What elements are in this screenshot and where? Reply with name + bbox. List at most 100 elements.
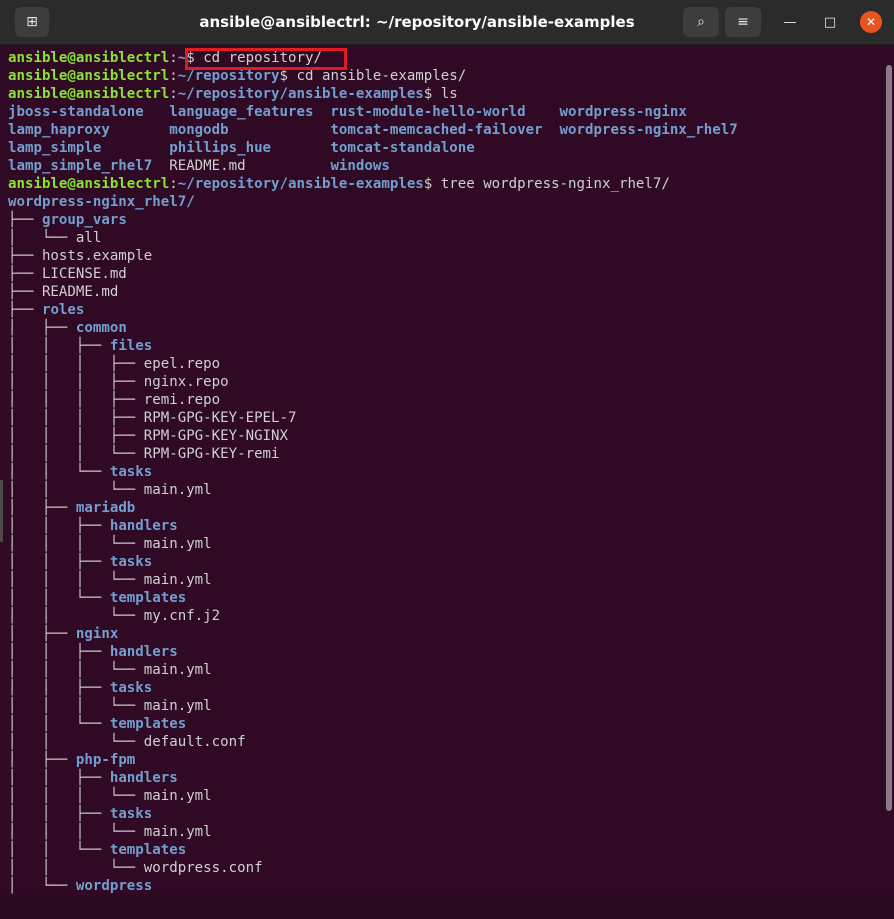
terminal-line: │ │ ├── handlers xyxy=(8,517,178,535)
terminal-text-segment: │ │ │ └── main.yml xyxy=(8,788,212,804)
terminal-text-segment: │ │ └── xyxy=(8,464,110,480)
terminal-line: │ │ ├── tasks xyxy=(8,679,152,697)
terminal-text-segment: mariadb xyxy=(75,500,136,516)
window-edge-handle xyxy=(0,480,3,542)
terminal-line: │ ├── nginx xyxy=(8,625,118,643)
terminal-text-segment: ├── hosts.example xyxy=(8,248,153,264)
terminal-line: │ │ └── templates xyxy=(8,841,186,859)
terminal-text-segment: │ │ ├── xyxy=(8,806,110,822)
terminal-line: │ └── all xyxy=(8,229,101,247)
close-icon: ✕ xyxy=(865,15,877,29)
scrollbar-thumb[interactable] xyxy=(886,65,892,811)
terminal-line: │ └── wordpress xyxy=(8,877,152,895)
terminal-text-segment: wordpress xyxy=(75,878,153,894)
terminal-text-segment: │ │ │ └── main.yml xyxy=(8,662,212,678)
terminal-text-segment: │ │ │ ├── nginx.repo xyxy=(8,374,229,390)
terminal-line: │ │ │ └── main.yml xyxy=(8,787,212,805)
maximize-button[interactable]: □ xyxy=(819,11,841,33)
maximize-icon: □ xyxy=(823,14,837,30)
terminal-text-segment: ├── xyxy=(8,212,42,228)
terminal-text-segment: │ │ │ └── RPM-GPG-KEY-remi xyxy=(8,446,280,462)
terminal-window: ⊞ ansible@ansiblectrl: ~/repository/ansi… xyxy=(0,0,894,895)
new-tab-icon: ⊞ xyxy=(26,14,38,30)
terminal-text-segment: tasks xyxy=(109,464,153,480)
terminal-text-segment: │ └── xyxy=(8,878,76,894)
terminal-text-segment: │ │ └── main.yml xyxy=(8,482,212,498)
terminal-text-segment: wordpress-nginx_rhel7/ xyxy=(8,194,195,210)
terminal-text-segment: : xyxy=(169,50,178,66)
terminal-text-segment: ~/repository/ansible-examples xyxy=(177,176,424,192)
search-button[interactable]: ⌕ xyxy=(683,7,719,37)
minimize-button[interactable]: — xyxy=(779,11,801,33)
terminal-line: │ │ │ ├── RPM-GPG-KEY-NGINX xyxy=(8,427,288,445)
close-button[interactable]: ✕ xyxy=(860,11,882,33)
terminal-text-segment: │ ├── xyxy=(8,752,76,768)
terminal-text-segment: windows xyxy=(330,158,390,174)
terminal-text-segment: ├── xyxy=(8,302,42,318)
terminal-text-segment: │ │ └── my.cnf.j2 xyxy=(8,608,221,624)
hamburger-menu-icon: ≡ xyxy=(737,14,749,30)
terminal-text-segment: │ ├── xyxy=(8,626,76,642)
terminal-text-segment: │ │ │ └── main.yml xyxy=(8,536,212,552)
terminal-text-segment: │ ├── xyxy=(8,500,76,516)
terminal-line: │ │ └── templates xyxy=(8,589,186,607)
terminal-line: │ │ ├── tasks xyxy=(8,553,152,571)
terminal-text-segment: ansible@ansiblectrl xyxy=(8,86,170,102)
terminal-text-segment: $ tree wordpress-nginx_rhel7/ xyxy=(423,176,670,192)
search-icon: ⌕ xyxy=(697,14,705,30)
terminal-text-segment: ansible@ansiblectrl xyxy=(8,68,170,84)
terminal-line: │ │ └── wordpress.conf xyxy=(8,859,263,877)
terminal-line: │ ├── common xyxy=(8,319,127,337)
terminal-line: jboss-standalone language_features rust-… xyxy=(8,103,687,121)
terminal-text-segment: common xyxy=(75,320,127,336)
terminal-line: │ │ │ ├── remi.repo xyxy=(8,391,220,409)
terminal-line: │ │ ├── handlers xyxy=(8,643,178,661)
terminal-line: │ │ │ ├── RPM-GPG-KEY-EPEL-7 xyxy=(8,409,297,427)
new-tab-button[interactable]: ⊞ xyxy=(15,7,49,37)
terminal-text-segment: │ │ ├── xyxy=(8,518,110,534)
terminal-line: │ │ │ └── main.yml xyxy=(8,697,212,715)
terminal-line: lamp_haproxy mongodb tomcat-memcached-fa… xyxy=(8,121,738,139)
terminal-text-segment: │ └── all xyxy=(8,230,102,246)
terminal-text-segment: │ │ │ ├── epel.repo xyxy=(8,356,221,372)
terminal-line: │ │ │ └── RPM-GPG-KEY-remi xyxy=(8,445,280,463)
terminal-output[interactable]: ansible@ansiblectrl:~$ cd repository/ans… xyxy=(0,45,884,895)
terminal-line: │ │ └── my.cnf.j2 xyxy=(8,607,220,625)
terminal-line: │ │ │ ├── nginx.repo xyxy=(8,373,229,391)
terminal-text-segment: ├── README.md xyxy=(8,284,119,300)
terminal-text-segment: : xyxy=(169,86,178,102)
terminal-line: │ │ └── tasks xyxy=(8,463,152,481)
terminal-text-segment: files xyxy=(109,338,153,354)
terminal-line: ansible@ansiblectrl:~/repository/ansible… xyxy=(8,175,670,193)
terminal-text-segment: nginx xyxy=(75,626,119,642)
terminal-line: │ │ └── templates xyxy=(8,715,186,733)
terminal-text-segment: handlers xyxy=(109,644,178,660)
terminal-text-segment: lamp_simple_rhel7 xyxy=(8,158,170,174)
terminal-line: │ │ └── default.conf xyxy=(8,733,246,751)
terminal-line: │ │ └── main.yml xyxy=(8,481,212,499)
terminal-text-segment: roles xyxy=(41,302,85,318)
terminal-text-segment: │ │ └── xyxy=(8,842,110,858)
terminal-text-segment: ~/repository xyxy=(177,68,280,84)
terminal-text-segment: │ │ └── xyxy=(8,590,110,606)
terminal-text-segment: │ │ ├── xyxy=(8,338,110,354)
terminal-text-segment: ansible@ansiblectrl xyxy=(8,50,170,66)
terminal-text-segment: lamp_haproxy mongodb tomcat-memcached-fa… xyxy=(8,122,738,138)
terminal-text-segment: ansible@ansiblectrl xyxy=(8,176,170,192)
scrollbar[interactable] xyxy=(884,45,894,895)
terminal-text-segment: │ │ │ ├── RPM-GPG-KEY-EPEL-7 xyxy=(8,410,297,426)
terminal-text-segment: │ │ └── wordpress.conf xyxy=(8,860,263,876)
window-title: ansible@ansiblectrl: ~/repository/ansibl… xyxy=(199,13,635,31)
terminal-text-segment: │ │ └── xyxy=(8,716,110,732)
terminal-text-segment: tasks xyxy=(109,806,153,822)
terminal-text-segment: : xyxy=(169,176,178,192)
menu-button[interactable]: ≡ xyxy=(725,7,761,37)
terminal-text-segment: lamp_simple phillips_hue tomcat-standalo… xyxy=(8,140,475,156)
terminal-line: lamp_simple phillips_hue tomcat-standalo… xyxy=(8,139,475,157)
terminal-text-segment: │ │ ├── xyxy=(8,644,110,660)
terminal-line: │ ├── php-fpm xyxy=(8,751,135,769)
terminal-line: │ │ │ └── main.yml xyxy=(8,661,212,679)
terminal-text-segment: templates xyxy=(109,590,187,606)
terminal-text-segment: │ │ │ ├── RPM-GPG-KEY-NGINX xyxy=(8,428,289,444)
terminal-text-segment: README.md xyxy=(169,158,331,174)
